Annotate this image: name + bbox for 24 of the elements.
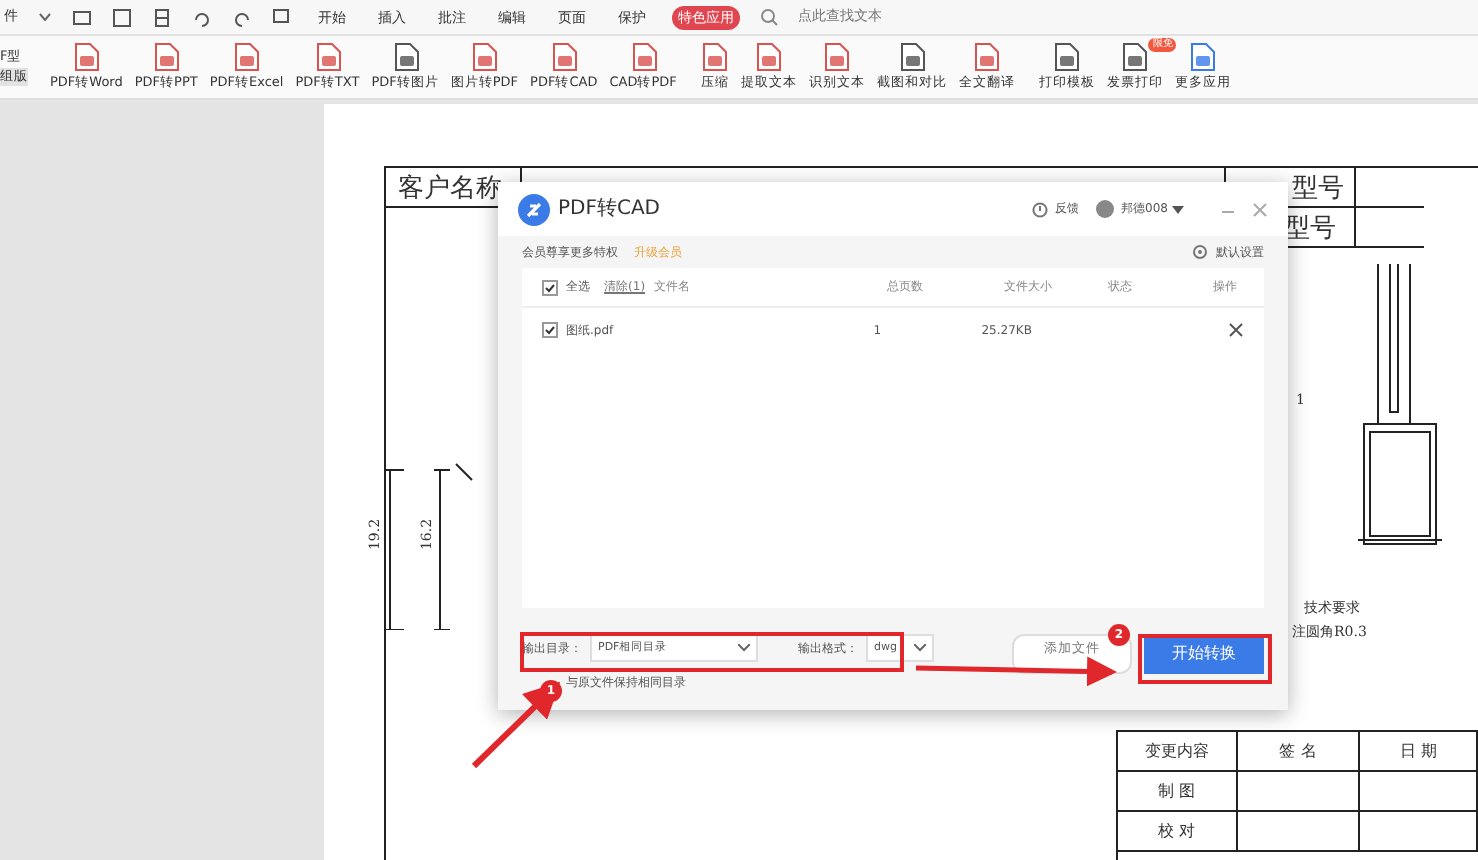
undo-icon[interactable] bbox=[192, 7, 212, 27]
table-label: 型号 bbox=[1292, 172, 1344, 208]
caret-icon bbox=[914, 644, 926, 652]
table-cell: 变更内容 bbox=[1118, 732, 1238, 770]
caret-icon bbox=[738, 644, 750, 652]
avatar-icon bbox=[1095, 200, 1114, 218]
highlight-frame bbox=[1138, 634, 1272, 684]
feedback-icon bbox=[1031, 201, 1048, 217]
caret-icon[interactable] bbox=[38, 12, 52, 22]
checkbox[interactable] bbox=[542, 279, 558, 295]
redo-icon[interactable] bbox=[232, 7, 252, 27]
arrow bbox=[471, 681, 561, 769]
settings-icon[interactable] bbox=[1192, 244, 1208, 260]
remove-icon[interactable] bbox=[1228, 322, 1244, 338]
table-cell: 日 期 bbox=[1360, 732, 1478, 770]
search-icon bbox=[760, 8, 778, 26]
print-icon[interactable] bbox=[152, 7, 172, 27]
table-cell: 制 图 bbox=[1118, 772, 1238, 810]
table-cell: 签 名 bbox=[1237, 732, 1361, 770]
checkbox[interactable] bbox=[542, 322, 558, 338]
window-title: PDF转CAD bbox=[558, 196, 661, 224]
table-cell: 校 对 bbox=[1118, 812, 1238, 850]
app-logo-icon bbox=[518, 193, 550, 225]
start-convert-button[interactable]: 开始转换 bbox=[1144, 634, 1264, 674]
